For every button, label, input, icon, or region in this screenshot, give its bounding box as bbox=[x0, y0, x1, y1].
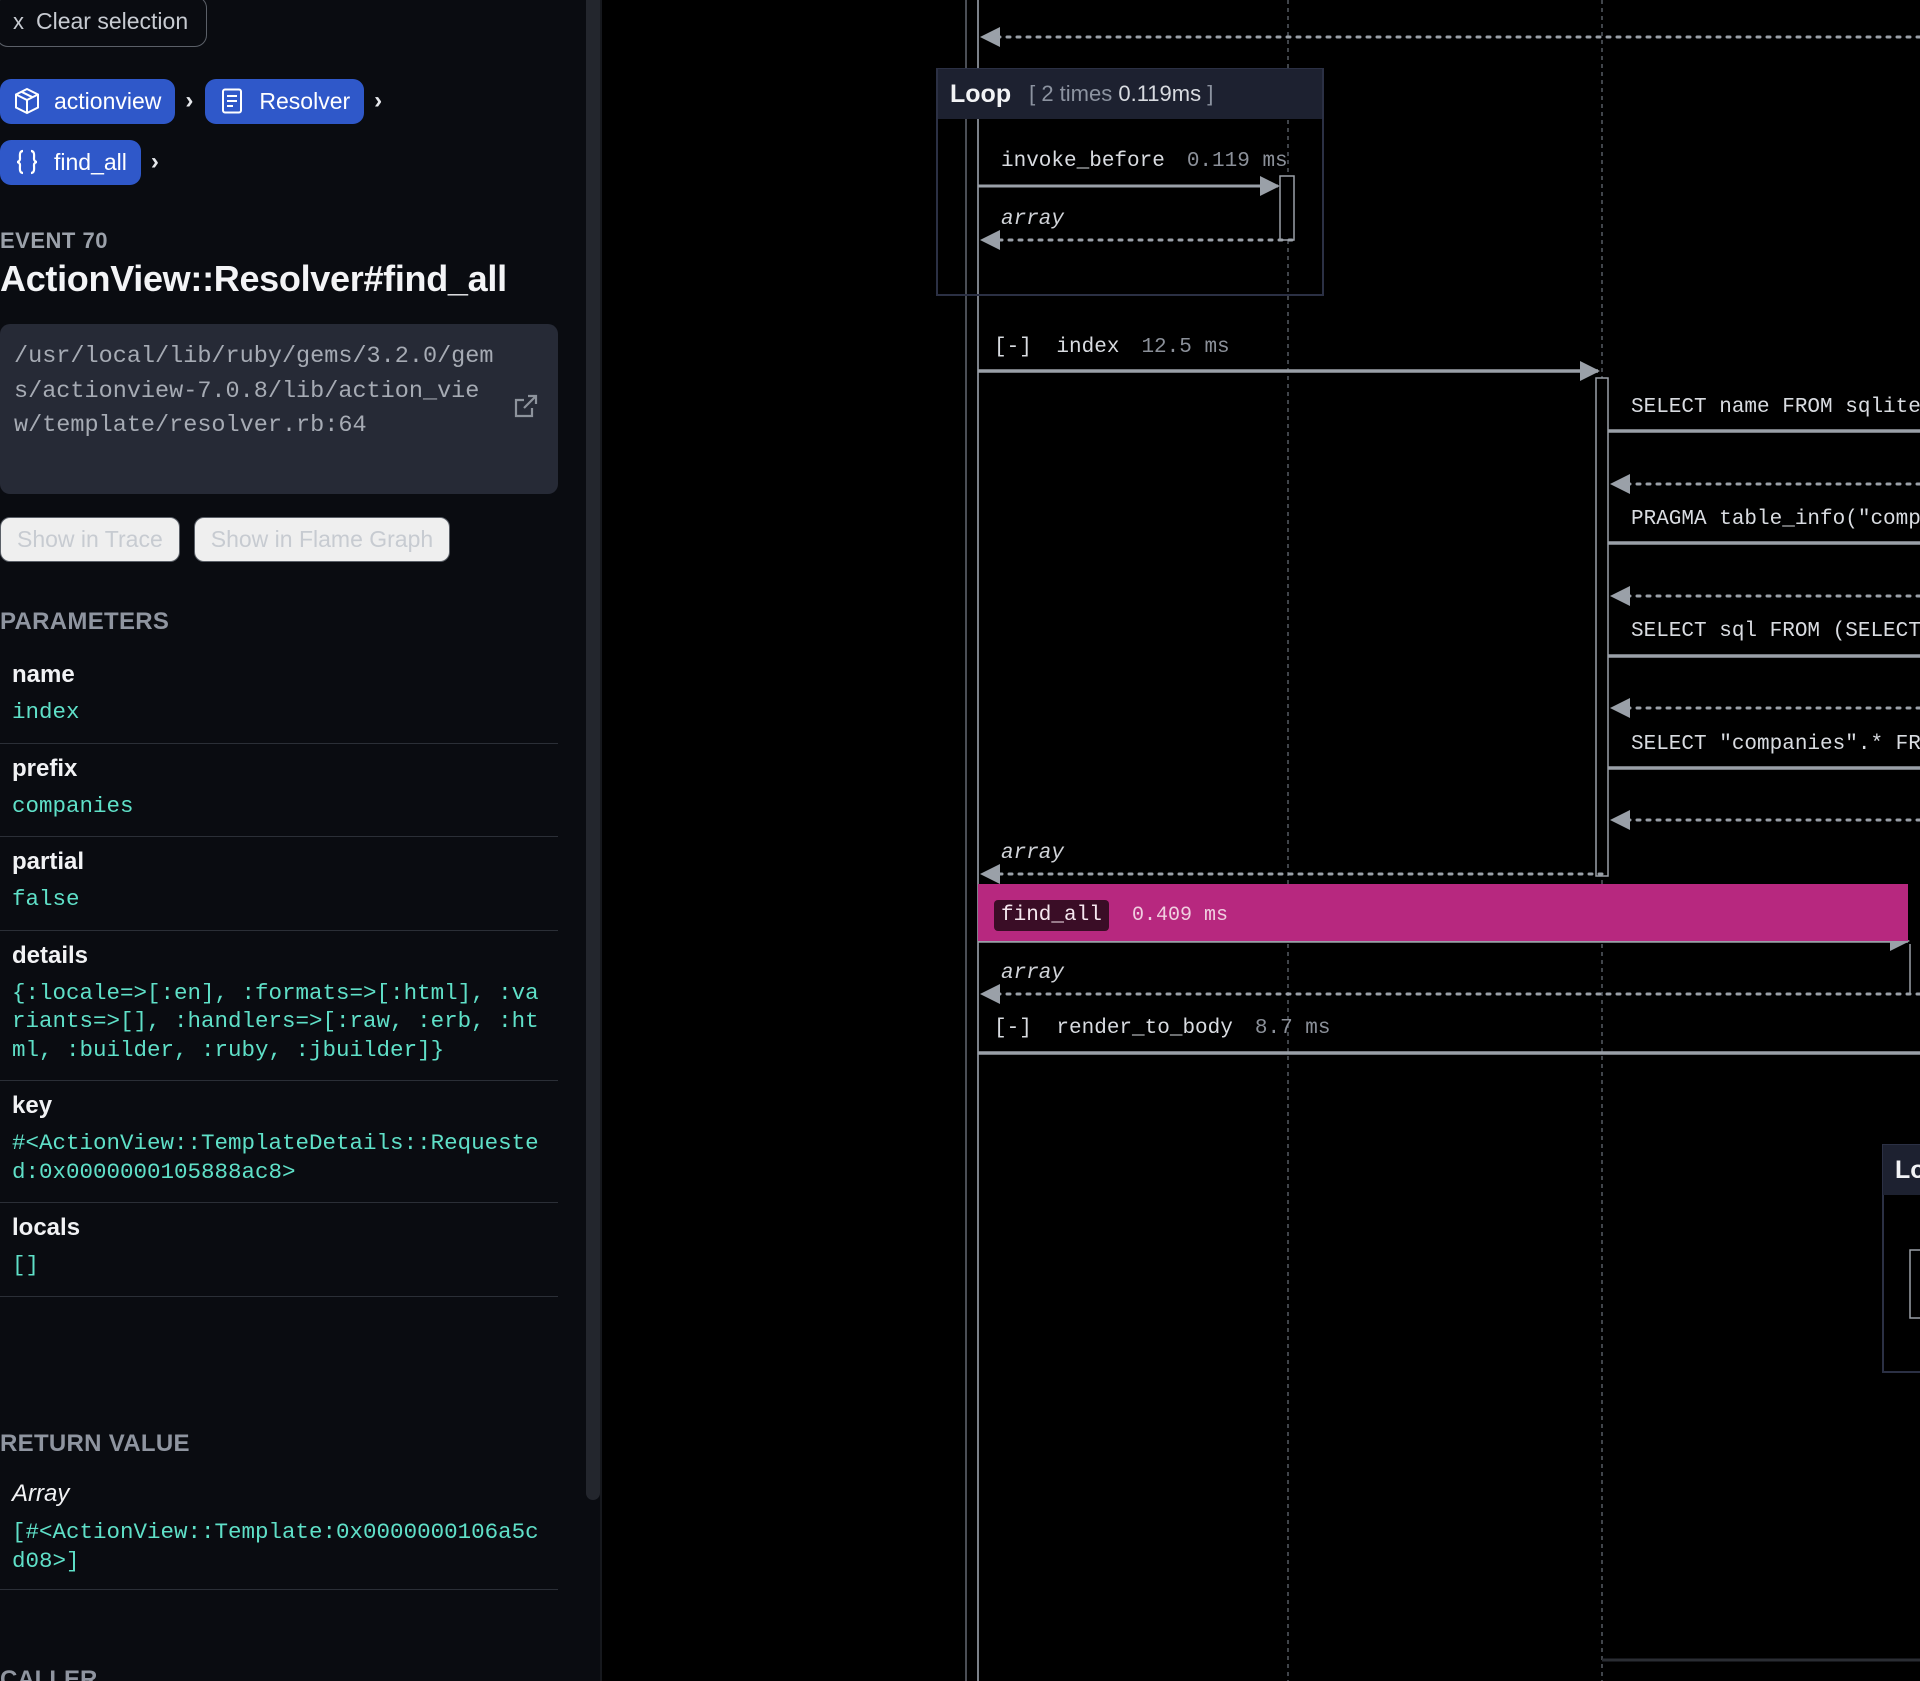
external-link-icon[interactable] bbox=[512, 392, 540, 420]
return-value-heading: RETURN VALUE bbox=[0, 1430, 190, 1457]
call-label-invoke-before[interactable]: invoke_before 0.119 ms bbox=[1001, 150, 1288, 173]
caller-heading: CALLER bbox=[0, 1666, 98, 1681]
breadcrumb: actionview › Resolver › find_all › bbox=[0, 78, 580, 200]
breadcrumb-separator: › bbox=[185, 87, 194, 114]
event-number: EVENT 70 bbox=[0, 228, 108, 253]
parameter-value: [] bbox=[12, 1252, 40, 1278]
query-label[interactable]: PRAGMA table_info("comp bbox=[1631, 508, 1920, 531]
parameter-item: partial false bbox=[0, 837, 558, 931]
loop-header[interactable]: Loop [ 2 times 0.119ms ] bbox=[938, 69, 1322, 119]
parameter-value: false bbox=[12, 886, 80, 912]
loop-info: [ 2 times 0.119ms ] bbox=[1029, 81, 1214, 106]
event-details-panel: x Clear selection actionview › Resolver … bbox=[0, 0, 600, 1681]
query-label[interactable]: SELECT name FROM sqlite bbox=[1631, 396, 1920, 419]
return-type: Array bbox=[12, 1480, 70, 1507]
selected-call-duration: 0.409 ms bbox=[1132, 904, 1229, 927]
call-label-index[interactable]: [-] index 12.5 ms bbox=[994, 336, 1230, 359]
parameter-name: details bbox=[12, 941, 89, 969]
close-icon: x bbox=[13, 8, 24, 34]
parameter-value: index bbox=[12, 699, 80, 725]
parameter-item: name index bbox=[0, 650, 558, 744]
breadcrumb-class[interactable]: Resolver bbox=[205, 78, 365, 124]
parameter-value: {:locale=>[:en], :formats=>[:html], :var… bbox=[12, 979, 539, 1063]
return-value-text: [#<ActionView::Template:0x0000000106a5cd… bbox=[12, 1519, 539, 1574]
parameter-name: locals bbox=[12, 1214, 81, 1241]
loop-title: Loop bbox=[950, 79, 1012, 108]
return-label: array bbox=[1001, 842, 1065, 865]
activation-box bbox=[1909, 1249, 1920, 1319]
parameter-name: name bbox=[12, 661, 75, 688]
return-label: array bbox=[1001, 208, 1065, 231]
clear-selection-label: Clear selection bbox=[36, 8, 189, 34]
panel-scrollbar[interactable] bbox=[586, 0, 600, 1500]
source-path: /usr/local/lib/ruby/gems/3.2.0/gems/acti… bbox=[0, 324, 558, 494]
parameter-item: prefix companies bbox=[0, 744, 558, 837]
collapse-toggle[interactable]: [-] bbox=[994, 336, 1032, 359]
clear-selection-button[interactable]: x Clear selection bbox=[0, 0, 208, 47]
parameters-heading: PARAMETERS bbox=[0, 608, 170, 635]
selected-call-label[interactable]: find_all bbox=[994, 900, 1109, 931]
parameter-item: locals [] bbox=[0, 1203, 558, 1297]
package-icon bbox=[15, 87, 39, 115]
event-title: ActionView::Resolver#find_all bbox=[0, 258, 507, 299]
call-label-render-to-body[interactable]: [-] render_to_body 8.7 ms bbox=[994, 1017, 1330, 1040]
query-label[interactable]: SELECT "companies".* FR bbox=[1631, 733, 1920, 756]
show-in-trace-button[interactable]: Show in Trace bbox=[0, 517, 180, 562]
parameter-item: details {:locale=>[:en], :formats=>[:htm… bbox=[0, 931, 558, 1081]
breadcrumb-method-label: find_all bbox=[54, 148, 127, 175]
parameters-list: name index prefix companies partial fals… bbox=[0, 650, 558, 1297]
breadcrumb-class-label: Resolver bbox=[259, 87, 351, 114]
braces-icon bbox=[16, 149, 38, 175]
loop-header-2[interactable]: Lo bbox=[1883, 1145, 1920, 1195]
sequence-diagram[interactable]: Loop [ 2 times 0.119ms ] invoke_before 0.… bbox=[602, 0, 1920, 1681]
parameter-name: partial bbox=[12, 848, 85, 875]
document-icon bbox=[222, 88, 243, 114]
source-path-text: /usr/local/lib/ruby/gems/3.2.0/gems/acti… bbox=[14, 343, 494, 439]
breadcrumb-package-label: actionview bbox=[54, 87, 162, 114]
parameter-value: #<ActionView::TemplateDetails::Requested… bbox=[12, 1130, 539, 1185]
breadcrumb-method[interactable]: find_all bbox=[0, 139, 141, 185]
parameter-name: prefix bbox=[12, 754, 78, 782]
activation-box bbox=[1279, 175, 1295, 241]
breadcrumb-package[interactable]: actionview bbox=[0, 78, 176, 124]
return-value: Array [#<ActionView::Template:0x00000001… bbox=[0, 1472, 558, 1590]
return-label: array bbox=[1001, 962, 1065, 985]
parameter-item: key #<ActionView::TemplateDetails::Reque… bbox=[0, 1081, 558, 1203]
collapse-toggle[interactable]: [-] bbox=[994, 1017, 1032, 1040]
parameter-value: companies bbox=[12, 792, 134, 819]
breadcrumb-separator: › bbox=[150, 148, 159, 175]
selected-call-highlight[interactable] bbox=[978, 884, 1908, 941]
activation-box-index bbox=[1595, 377, 1609, 877]
query-label[interactable]: SELECT sql FROM (SELECT bbox=[1631, 620, 1920, 643]
show-in-flame-graph-button[interactable]: Show in Flame Graph bbox=[193, 517, 451, 562]
breadcrumb-separator: › bbox=[374, 87, 383, 114]
diagram-lines bbox=[936, 0, 1920, 1681]
parameter-name: key bbox=[12, 1092, 53, 1119]
